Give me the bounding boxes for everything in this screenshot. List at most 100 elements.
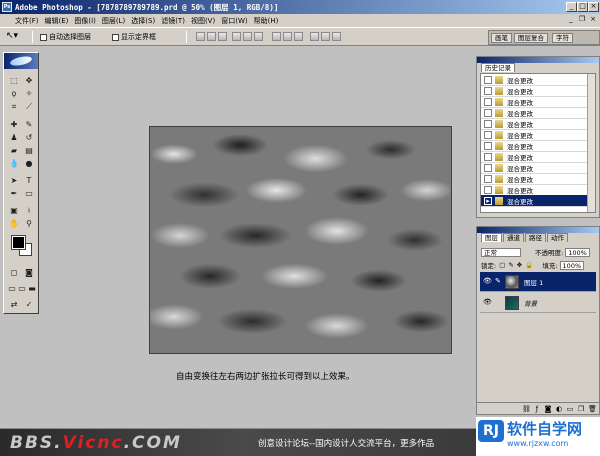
snapshot-source-box[interactable] xyxy=(484,86,492,95)
tab-history[interactable]: 历史记录 xyxy=(481,63,515,72)
palette-tab-layer-comps[interactable]: 图层复合 xyxy=(514,33,548,43)
distribute-bottom-icon[interactable] xyxy=(294,32,303,41)
distribute-right-icon[interactable] xyxy=(332,32,341,41)
align-top-icon[interactable] xyxy=(196,32,205,41)
layer-row-layer1[interactable]: 👁 ✎ 图层 1 xyxy=(480,272,596,292)
magic-wand-tool-icon[interactable]: ✧ xyxy=(23,88,35,99)
menu-help[interactable]: 帮助(H) xyxy=(251,16,282,26)
blur-tool-icon[interactable]: 💧 xyxy=(8,158,20,169)
align-vcenter-icon[interactable] xyxy=(207,32,216,41)
snapshot-source-box[interactable] xyxy=(484,152,492,161)
doc-restore-icon[interactable]: ❐ xyxy=(577,15,587,25)
quick-mask-icon[interactable]: ◙ xyxy=(23,267,35,278)
show-bounding-box-checkbox[interactable]: 显示定界框 xyxy=(112,32,156,42)
distribute-left-icon[interactable] xyxy=(310,32,319,41)
opacity-field[interactable]: 100% xyxy=(565,247,590,257)
menu-filter[interactable]: 滤镜(T) xyxy=(158,16,188,26)
menu-view[interactable]: 视图(V) xyxy=(188,16,218,26)
checkbox-box[interactable] xyxy=(40,33,47,41)
tab-layers[interactable]: 图层 xyxy=(481,233,502,242)
palette-tab-character[interactable]: 字符 xyxy=(552,33,573,43)
new-layer-icon[interactable]: ❐ xyxy=(577,405,585,413)
screen-mode-full-icon[interactable]: ▬ xyxy=(26,283,38,294)
new-group-icon[interactable]: ▭ xyxy=(566,405,574,413)
layer-row-background[interactable]: 👁 背景 xyxy=(480,293,596,313)
crop-tool-icon[interactable]: ⌗ xyxy=(8,101,20,112)
menu-edit[interactable]: 编辑(E) xyxy=(42,16,72,26)
notes-tool-icon[interactable]: ▣ xyxy=(8,205,20,216)
document-canvas-clouds[interactable] xyxy=(149,126,452,354)
link-slot[interactable] xyxy=(495,298,502,307)
move-tool-preset-icon[interactable]: ↖▾ xyxy=(6,31,18,41)
distribute-vcenter-icon[interactable] xyxy=(283,32,292,41)
menu-image[interactable]: 图像(I) xyxy=(71,16,99,26)
layer-style-icon[interactable]: ƒ xyxy=(533,405,541,413)
maximize-button[interactable]: □ xyxy=(577,2,588,12)
snapshot-source-box[interactable] xyxy=(484,163,492,172)
snapshot-source-box[interactable] xyxy=(484,119,492,128)
foreground-color-swatch[interactable] xyxy=(11,235,26,250)
jump-to-imageready-icon[interactable]: ⇄ xyxy=(8,299,20,310)
snapshot-source-box[interactable]: ▸ xyxy=(484,196,492,205)
dodge-tool-icon[interactable]: ● xyxy=(23,158,35,169)
distribute-hcenter-icon[interactable] xyxy=(321,32,330,41)
eraser-tool-icon[interactable]: ▰ xyxy=(8,145,20,156)
standard-mode-icon[interactable]: ◻ xyxy=(8,267,20,278)
new-fill-layer-icon[interactable]: ◐ xyxy=(555,405,563,413)
shape-tool-icon[interactable]: ▭ xyxy=(23,188,35,199)
visibility-eye-icon[interactable]: 👁 xyxy=(483,277,492,286)
gradient-tool-icon[interactable]: ▤ xyxy=(23,145,35,156)
visibility-eye-icon[interactable]: 👁 xyxy=(483,298,492,307)
snapshot-source-box[interactable] xyxy=(484,130,492,139)
history-scrollbar[interactable] xyxy=(587,74,595,212)
palette-tab-brushes[interactable]: 画笔 xyxy=(491,33,512,43)
layer-name[interactable]: 图层 1 xyxy=(524,277,543,287)
align-left-icon[interactable] xyxy=(232,32,241,41)
doc-close-icon[interactable]: × xyxy=(588,15,598,25)
clone-stamp-icon[interactable]: ♟ xyxy=(8,132,20,143)
path-selection-icon[interactable]: ➤ xyxy=(8,175,20,186)
history-item-selected[interactable]: ▸ 混合更改 xyxy=(481,195,589,207)
pen-tool-icon[interactable]: ✒ xyxy=(8,188,20,199)
tab-paths[interactable]: 路径 xyxy=(525,233,546,242)
snapshot-source-box[interactable] xyxy=(484,108,492,117)
checkbox-box[interactable] xyxy=(112,33,119,41)
menu-window[interactable]: 窗口(W) xyxy=(218,16,250,26)
align-bottom-icon[interactable] xyxy=(218,32,227,41)
edit-in-imageready-icon[interactable]: ✓ xyxy=(23,299,35,310)
move-tool-icon[interactable]: ✥ xyxy=(23,75,35,86)
snapshot-source-box[interactable] xyxy=(484,141,492,150)
slice-tool-icon[interactable]: ⟋ xyxy=(23,101,35,112)
menu-layer[interactable]: 图层(L) xyxy=(99,16,128,26)
doc-minimize-icon[interactable]: _ xyxy=(566,15,576,25)
tab-channels[interactable]: 通道 xyxy=(503,233,524,242)
align-right-icon[interactable] xyxy=(254,32,263,41)
healing-brush-icon[interactable]: ✚ xyxy=(8,119,20,130)
hand-tool-icon[interactable]: ✋ xyxy=(8,218,20,229)
history-brush-icon[interactable]: ↺ xyxy=(23,132,35,143)
zoom-tool-icon[interactable]: ⚲ xyxy=(23,218,35,229)
tab-actions[interactable]: 动作 xyxy=(547,233,568,242)
link-layers-icon[interactable]: ⛓ xyxy=(522,405,531,413)
type-tool-icon[interactable]: T xyxy=(23,175,35,186)
layer-name[interactable]: 背景 xyxy=(524,298,537,308)
auto-select-layer-checkbox[interactable]: 自动选择图层 xyxy=(40,32,91,42)
lock-icons[interactable]: ▢✎✥🔒 xyxy=(499,261,536,269)
brush-link-icon[interactable]: ✎ xyxy=(495,277,502,286)
delete-layer-icon[interactable]: 🗑 xyxy=(588,405,597,413)
fill-field[interactable]: 100% xyxy=(559,260,585,270)
blend-mode-select[interactable]: 正常 xyxy=(481,247,521,257)
eyedropper-tool-icon[interactable]: ⟊ xyxy=(23,205,35,216)
snapshot-source-box[interactable] xyxy=(484,185,492,194)
marquee-tool-icon[interactable]: ⬚ xyxy=(8,75,20,86)
align-hcenter-icon[interactable] xyxy=(243,32,252,41)
snapshot-source-box[interactable] xyxy=(484,75,492,84)
lasso-tool-icon[interactable]: ϙ xyxy=(8,88,20,99)
menu-select[interactable]: 选择(S) xyxy=(128,16,158,26)
snapshot-source-box[interactable] xyxy=(484,97,492,106)
menu-file[interactable]: 文件(F) xyxy=(12,16,42,26)
add-mask-icon[interactable]: ◙ xyxy=(544,405,552,413)
brush-tool-icon[interactable]: ✎ xyxy=(23,119,35,130)
snapshot-source-box[interactable] xyxy=(484,174,492,183)
distribute-top-icon[interactable] xyxy=(272,32,281,41)
